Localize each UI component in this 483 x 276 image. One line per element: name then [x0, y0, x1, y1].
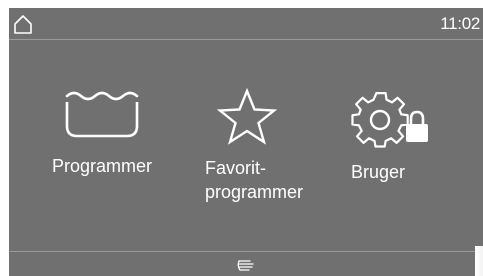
- lock-icon: [406, 110, 428, 142]
- star-icon: [216, 88, 278, 145]
- menu-item-user[interactable]: Bruger: [337, 88, 447, 184]
- status-bar: 11:02: [9, 8, 483, 40]
- corner-shadow: [475, 246, 483, 276]
- gear-lock-icon: [351, 92, 428, 148]
- menu-item-label: Bruger: [351, 162, 406, 182]
- wash-tub-icon: [65, 91, 139, 138]
- top-divider: [9, 39, 483, 40]
- display-screen: 11:02 Programmer Favorit- programmer Bru…: [9, 8, 483, 276]
- clock-time: 11:02: [440, 14, 480, 33]
- menu-item-label: Favorit- programmer: [205, 158, 304, 202]
- bottom-divider: [9, 251, 483, 252]
- home-icon[interactable]: [13, 13, 33, 35]
- touch-sensor-icon: [237, 260, 254, 271]
- menu-item-programs[interactable]: Programmer: [47, 88, 157, 178]
- menu-item-label: Programmer: [51, 156, 153, 176]
- menu-item-favorites[interactable]: Favorit- programmer: [194, 88, 304, 204]
